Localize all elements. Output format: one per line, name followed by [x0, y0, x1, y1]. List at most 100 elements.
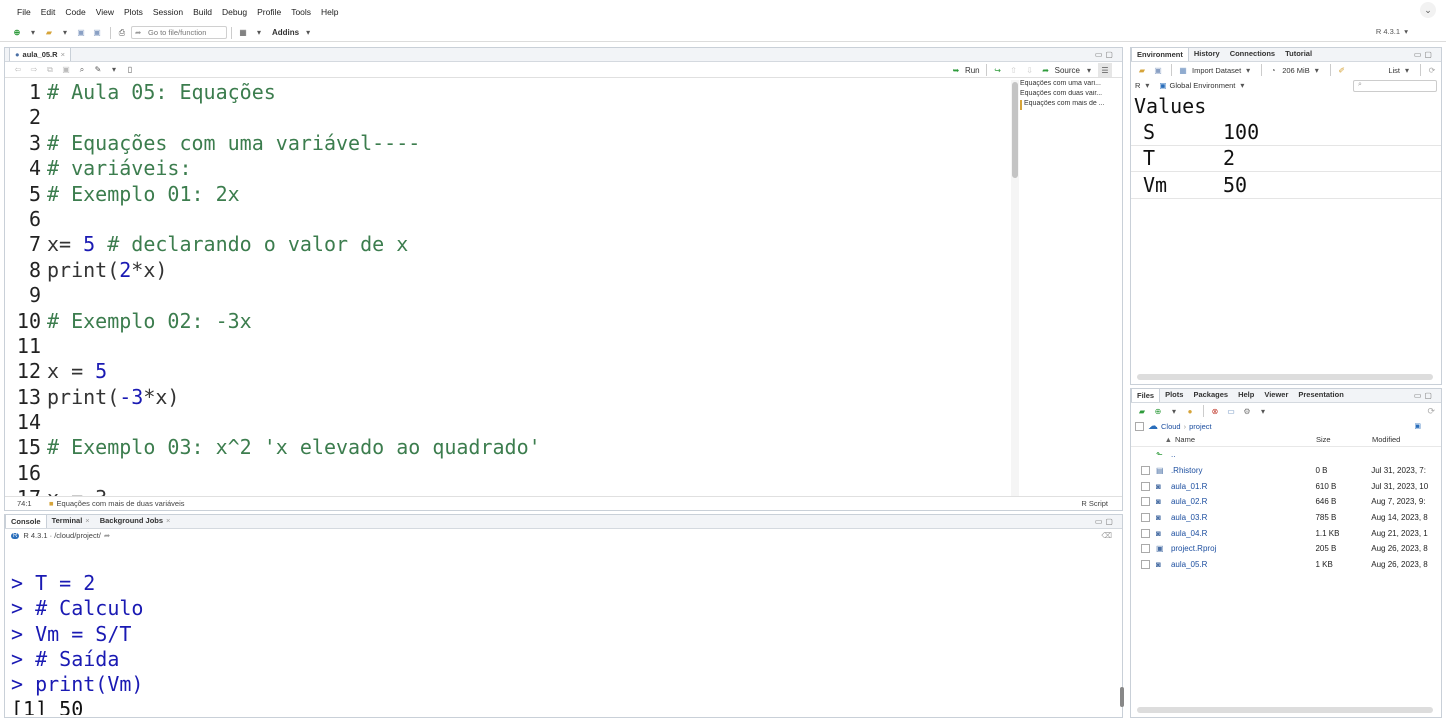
parent-dir-row[interactable]: ⬑ .. — [1131, 447, 1441, 463]
dropdown-icon[interactable]: ▾ — [1404, 27, 1408, 36]
dropdown-icon[interactable]: ▾ — [1167, 404, 1181, 418]
r-version-menu[interactable]: R 4.3.1 — [1376, 27, 1400, 36]
file-checkbox[interactable] — [1141, 481, 1150, 491]
file-name-link[interactable]: aula_01.R — [1171, 482, 1316, 491]
code-line[interactable]: 11 — [5, 334, 1011, 359]
file-row[interactable]: ◙ aula_02.R 646 B Aug 7, 2023, 9: — [1131, 494, 1441, 510]
file-row[interactable]: ◙ aula_01.R 610 B Jul 31, 2023, 10 — [1131, 478, 1441, 494]
menu-profile[interactable]: Profile — [252, 0, 286, 24]
menu-view[interactable]: View — [91, 0, 119, 24]
select-all-checkbox[interactable] — [1135, 421, 1144, 431]
dropdown-icon[interactable]: ▾ — [1235, 79, 1249, 93]
console-scroll-thumb[interactable] — [1120, 687, 1124, 707]
tab-aula05[interactable]: ● aula_05.R × — [9, 47, 71, 61]
menu-build[interactable]: Build — [188, 0, 217, 24]
pane-window-buttons[interactable]: ▭▢ — [1414, 391, 1435, 400]
files-horizontal-scrollbar[interactable] — [1137, 707, 1433, 713]
outline-item[interactable]: Equações com duas vair... — [1020, 90, 1124, 100]
dropdown-icon[interactable]: ▾ — [252, 26, 266, 40]
tab-viewer[interactable]: Viewer — [1259, 388, 1293, 402]
menu-help[interactable]: Help — [316, 0, 343, 24]
compile-icon[interactable]: ▯ — [123, 63, 137, 77]
dropdown-icon[interactable]: ▾ — [1082, 63, 1096, 77]
editor-scrollbar[interactable] — [1011, 80, 1019, 497]
tab-terminal[interactable]: Terminal × — [47, 514, 95, 528]
code-line[interactable]: 6 — [5, 207, 1011, 232]
dropdown-icon[interactable]: ▾ — [1241, 63, 1255, 77]
file-name-link[interactable]: aula_04.R — [1171, 529, 1316, 538]
print-icon[interactable]: ⎙ — [115, 26, 129, 40]
dropdown-icon[interactable]: ▾ — [107, 63, 121, 77]
new-file-icon[interactable]: ⊕ — [10, 26, 24, 40]
file-checkbox[interactable] — [1141, 513, 1150, 523]
import-dataset-button[interactable]: Import Dataset — [1192, 66, 1241, 75]
pane-window-buttons[interactable]: ▭▢ — [1095, 50, 1116, 59]
file-checkbox[interactable] — [1141, 466, 1150, 476]
menu-debug[interactable]: Debug — [217, 0, 252, 24]
view-mode-menu[interactable]: List — [1388, 66, 1400, 75]
save-icon[interactable]: ▣ — [74, 26, 88, 40]
code-line[interactable]: 3 # Equações com uma variável---- — [5, 131, 1011, 156]
load-workspace-icon[interactable]: ▰ — [1135, 63, 1149, 77]
tab-help[interactable]: Help — [1233, 388, 1259, 402]
env-value-row[interactable]: S 100 — [1131, 119, 1441, 146]
wand-icon[interactable]: ✎ — [91, 63, 105, 77]
save-all-icon[interactable]: ▣ — [90, 26, 104, 40]
code-line[interactable]: 13 print(-3*x) — [5, 385, 1011, 410]
tab-background-jobs[interactable]: Background Jobs × — [95, 514, 176, 528]
header-size[interactable]: Size — [1316, 435, 1372, 444]
tab-presentation[interactable]: Presentation — [1293, 388, 1348, 402]
dropdown-icon[interactable]: ▾ — [1400, 63, 1414, 77]
save-workspace-icon[interactable]: ▣ — [1151, 63, 1165, 77]
addins-menu[interactable]: Addins — [272, 26, 299, 40]
header-name[interactable]: Name — [1175, 435, 1316, 444]
pane-window-buttons[interactable]: ▭▢ — [1414, 50, 1435, 59]
goto-file-input[interactable]: ➦ Go to file/function — [131, 26, 227, 39]
code-line[interactable]: 16 — [5, 461, 1011, 486]
outline-item[interactable]: Equações com uma vari... — [1020, 80, 1124, 90]
code-line[interactable]: 14 — [5, 410, 1011, 435]
dropdown-icon[interactable]: ▾ — [1140, 79, 1154, 93]
new-blank-file-icon[interactable]: ⊕ — [1151, 404, 1165, 418]
file-name-link[interactable]: aula_05.R — [1171, 560, 1316, 569]
memory-usage[interactable]: 206 MiB — [1282, 66, 1310, 75]
code-line[interactable]: 4 # variáveis: — [5, 156, 1011, 181]
code-area[interactable]: 1 # Aula 05: Equações 2 3 # Equações com uma… — [5, 80, 1011, 497]
env-horizontal-scrollbar[interactable] — [1137, 374, 1433, 380]
header-modified[interactable]: Modified — [1372, 435, 1400, 444]
show-in-window-icon[interactable]: ⧉ — [43, 63, 57, 77]
code-line[interactable]: 12 x = 5 — [5, 359, 1011, 384]
menu-session[interactable]: Session — [148, 0, 188, 24]
menu-code[interactable]: Code — [60, 0, 90, 24]
crumb-cloud[interactable]: Cloud — [1161, 422, 1181, 431]
code-line[interactable]: 5 # Exemplo 01: 2x — [5, 182, 1011, 207]
rerun-icon[interactable]: ↪ — [991, 63, 1005, 77]
find-icon[interactable]: ⌕ — [75, 63, 89, 77]
status-section[interactable]: Equações com mais de duas variáveis — [57, 499, 185, 508]
code-line[interactable]: 8 print(2*x) — [5, 258, 1011, 283]
delete-icon[interactable]: ⊗ — [1208, 404, 1222, 418]
chevron-down-icon[interactable]: ⌄ — [1420, 2, 1436, 18]
scroll-thumb[interactable] — [1012, 82, 1018, 178]
file-checkbox[interactable] — [1141, 497, 1150, 507]
file-checkbox[interactable] — [1141, 560, 1150, 570]
file-type[interactable]: R Script — [1081, 499, 1108, 508]
file-row[interactable]: ◙ aula_03.R 785 B Aug 14, 2023, 8 — [1131, 510, 1441, 526]
pane-window-buttons[interactable]: ▭▢ — [1095, 517, 1116, 526]
tab-console[interactable]: Console — [5, 514, 47, 528]
env-value-row[interactable]: Vm 50 — [1131, 172, 1441, 199]
tab-packages[interactable]: Packages — [1188, 388, 1233, 402]
down-icon[interactable]: ⇩ — [1023, 63, 1037, 77]
menu-edit[interactable]: Edit — [36, 0, 61, 24]
env-value-row[interactable]: T2 — [1131, 146, 1441, 172]
file-name-link[interactable]: aula_03.R — [1171, 513, 1316, 522]
outline-item-active[interactable]: Equações com mais de ... — [1020, 100, 1124, 110]
file-name-link[interactable]: aula_02.R — [1171, 497, 1316, 506]
menu-tools[interactable]: Tools — [286, 0, 316, 24]
refresh-icon[interactable]: ⟳ — [1425, 63, 1439, 77]
menu-plots[interactable]: Plots — [119, 0, 148, 24]
file-checkbox[interactable] — [1141, 528, 1150, 538]
parent-dir-link[interactable]: .. — [1171, 450, 1316, 459]
file-row[interactable]: ◙ aula_05.R 1 KB Aug 26, 2023, 8 — [1131, 557, 1441, 573]
save-icon[interactable]: ▣ — [59, 63, 73, 77]
